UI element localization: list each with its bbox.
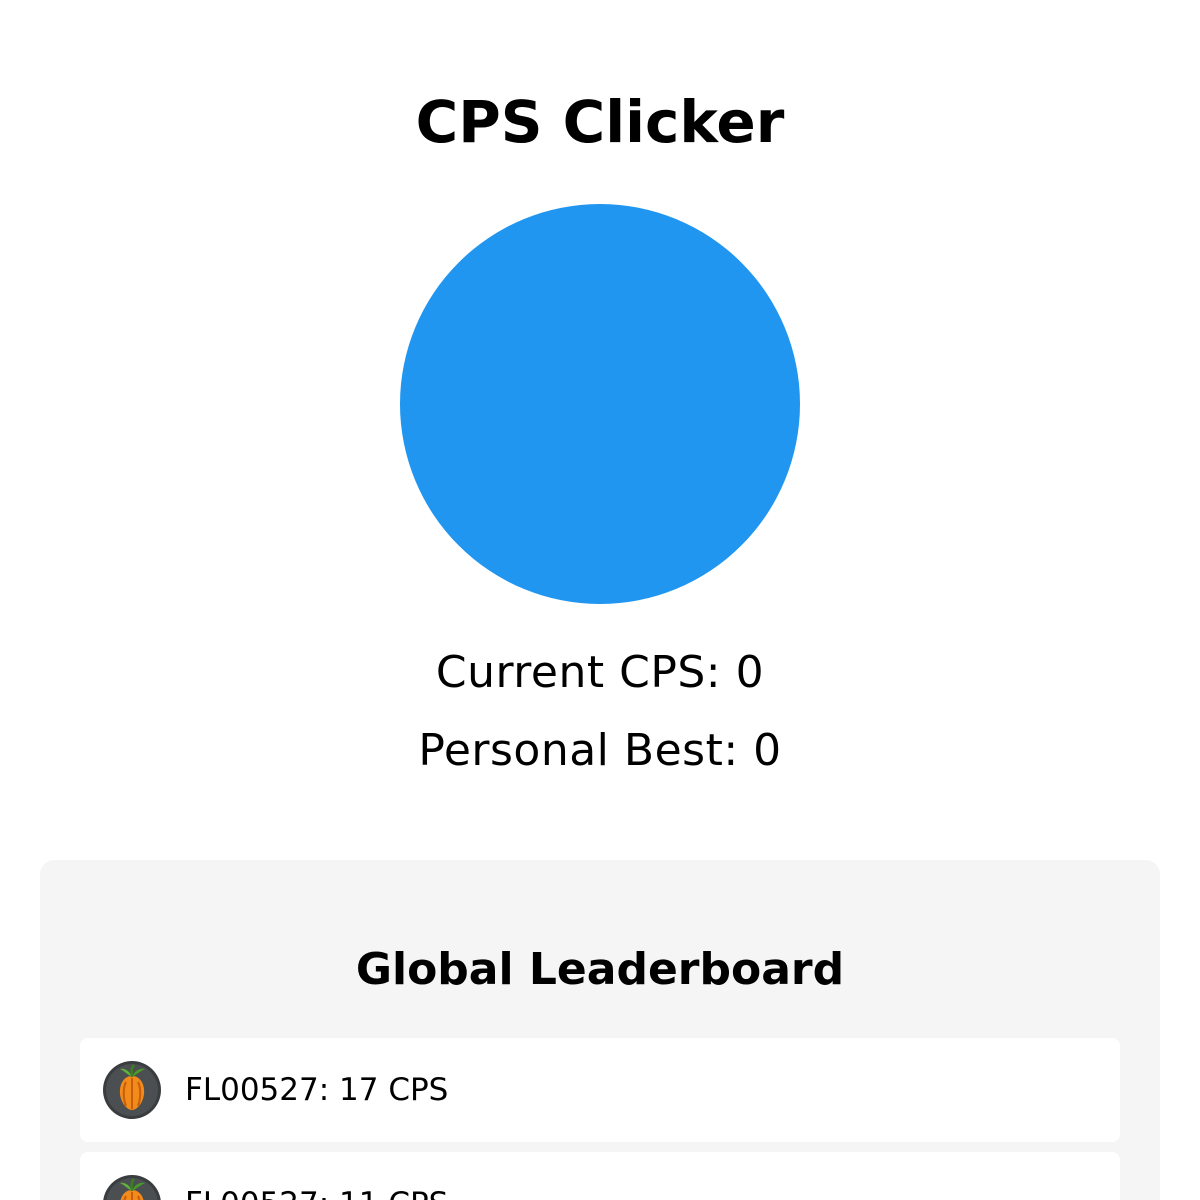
leaderboard-title: Global Leaderboard: [355, 944, 845, 995]
fl-studio-fruit-icon: [103, 1061, 161, 1119]
leaderboard-panel: Global Leaderboard FL00527: 17 CPS: [40, 860, 1160, 1200]
current-cps-text: Current CPS: 0: [435, 647, 765, 698]
leaderboard-entry-text: FL00527: 11 CPS: [185, 1182, 448, 1200]
fl-studio-fruit-icon: [103, 1175, 161, 1200]
personal-best-text: Personal Best: 0: [418, 725, 782, 776]
leaderboard-entry-text: FL00527: 17 CPS: [185, 1072, 449, 1108]
click-target-button[interactable]: [400, 204, 800, 604]
page-title: CPS Clicker: [415, 88, 785, 156]
leaderboard-row: FL00527: 17 CPS: [80, 1038, 1120, 1142]
leaderboard-row: FL00527: 11 CPS: [80, 1152, 1120, 1200]
page: CPS Clicker Current CPS: 0 Personal Best…: [0, 0, 1200, 1200]
